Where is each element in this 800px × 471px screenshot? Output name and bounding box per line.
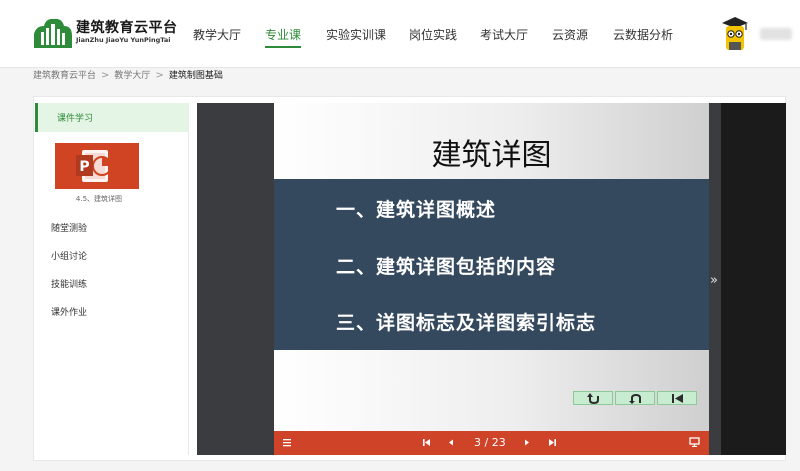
ppt-viewer: 建筑详图 一、建筑详图概述 二、建筑详图包括的内容 三、详图标志及详图索引标志 bbox=[197, 103, 786, 455]
slide-return-button[interactable] bbox=[573, 391, 613, 405]
return-icon bbox=[587, 393, 599, 404]
nav-item-exam-hall[interactable]: 考试大厅 bbox=[480, 26, 528, 43]
user-avatar-icon[interactable] bbox=[720, 16, 750, 52]
page-indicator: 3 / 23 bbox=[474, 436, 506, 449]
back-icon bbox=[629, 393, 641, 404]
username-obscured[interactable] bbox=[760, 28, 792, 40]
menu-icon[interactable] bbox=[282, 437, 292, 447]
sidebar-item-quiz[interactable]: 随堂测验 bbox=[51, 221, 87, 234]
nav-item-lab-training[interactable]: 实验实训课 bbox=[326, 26, 386, 43]
logo-icon bbox=[34, 18, 72, 48]
breadcrumb-separator: > bbox=[155, 70, 164, 81]
viewer-right-margin: » bbox=[709, 103, 721, 455]
sidebar-section-courseware[interactable]: 课件学习 bbox=[35, 103, 189, 132]
slide-line-3: 三、详图标志及详图索引标志 bbox=[336, 312, 597, 334]
sidebar-item-skill-training[interactable]: 技能训练 bbox=[51, 277, 87, 290]
nav-item-cloud-analytics[interactable]: 云数据分析 bbox=[613, 26, 673, 43]
next-page-icon[interactable] bbox=[522, 437, 532, 447]
svg-text:P: P bbox=[79, 159, 89, 175]
logo-subtitle: JianZhu JiaoYu YunPingTai bbox=[76, 36, 171, 44]
slide-line-2: 二、建筑详图包括的内容 bbox=[336, 256, 557, 278]
nav-active-indicator bbox=[265, 46, 301, 48]
sidebar-item-homework[interactable]: 课外作业 bbox=[51, 305, 87, 318]
breadcrumb-separator: > bbox=[101, 70, 110, 81]
site-logo[interactable]: 建筑教育云平台 JianZhu JiaoYu YunPingTai bbox=[32, 14, 182, 50]
courseware-thumbnail[interactable]: P bbox=[55, 143, 139, 189]
nav-item-job-practice[interactable]: 岗位实践 bbox=[409, 26, 457, 43]
nav-item-teaching-hall[interactable]: 教学大厅 bbox=[193, 26, 241, 43]
prev-page-icon[interactable] bbox=[446, 437, 456, 447]
course-sidebar: 课件学习 P 4.5、建筑详图 随堂测验 小组讨论 技能训练 课外作业 bbox=[35, 103, 189, 455]
viewer-toolbar: 3 / 23 bbox=[274, 431, 709, 455]
breadcrumb-item-current: 建筑制图基础 bbox=[168, 71, 223, 81]
slide-title: 建筑详图 bbox=[431, 138, 552, 173]
top-header: 建筑教育云平台 JianZhu JiaoYu YunPingTai 教学大厅 专… bbox=[0, 0, 800, 68]
powerpoint-icon: P bbox=[76, 150, 112, 182]
nav-item-professional-course[interactable]: 专业课 bbox=[265, 26, 301, 43]
course-content-panel: 课件学习 P 4.5、建筑详图 随堂测验 小组讨论 技能训练 课外作业 建筑详图… bbox=[33, 96, 786, 461]
expand-icon[interactable]: » bbox=[710, 273, 718, 288]
breadcrumb-item-home[interactable]: 建筑教育云平台 bbox=[33, 69, 96, 83]
sidebar-section-label: 课件学习 bbox=[57, 114, 94, 124]
courseware-caption: 4.5、建筑详图 bbox=[75, 195, 123, 203]
sidebar-item-group-discussion[interactable]: 小组讨论 bbox=[51, 249, 87, 262]
first-slide-icon bbox=[672, 394, 683, 403]
breadcrumb-item-teaching-hall[interactable]: 教学大厅 bbox=[114, 69, 150, 83]
slide-first-button[interactable] bbox=[657, 391, 697, 405]
slide-back-button[interactable] bbox=[615, 391, 655, 405]
nav-item-cloud-resources[interactable]: 云资源 bbox=[552, 26, 588, 43]
viewer-left-margin bbox=[197, 103, 274, 455]
logo-title: 建筑教育云平台 bbox=[76, 20, 178, 36]
slide-canvas[interactable]: 建筑详图 一、建筑详图概述 二、建筑详图包括的内容 三、详图标志及详图索引标志 bbox=[274, 103, 709, 431]
slide-content-band: 一、建筑详图概述 二、建筑详图包括的内容 三、详图标志及详图索引标志 bbox=[274, 179, 709, 350]
present-icon[interactable] bbox=[689, 437, 700, 447]
first-page-icon[interactable] bbox=[422, 437, 432, 447]
last-page-icon[interactable] bbox=[547, 437, 557, 447]
breadcrumb: 建筑教育云平台 > 教学大厅 > 建筑制图基础 bbox=[33, 68, 223, 96]
slide-line-1: 一、建筑详图概述 bbox=[336, 199, 497, 221]
